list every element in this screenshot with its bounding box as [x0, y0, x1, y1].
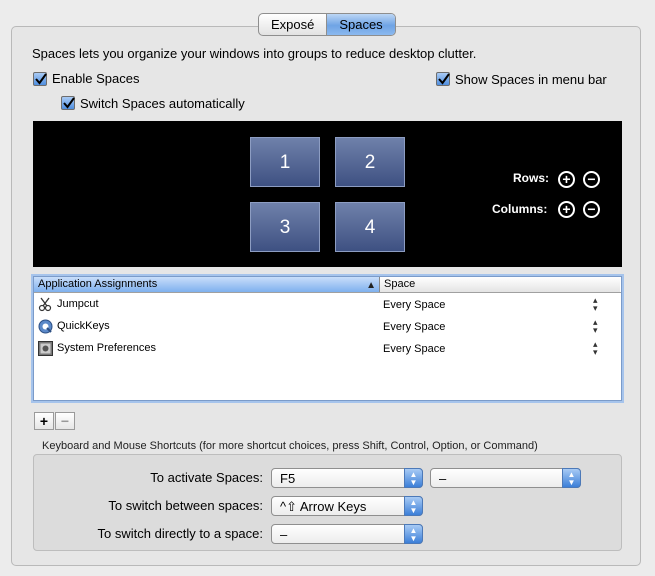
activate-spaces-label: To activate Spaces:: [150, 470, 263, 485]
show-menu-bar-label: Show Spaces in menu bar: [455, 72, 607, 87]
space-tile-4[interactable]: 4: [335, 202, 405, 252]
tab-bar: Exposé Spaces: [258, 13, 396, 36]
popup-arrows-icon: ▲ ▼: [562, 468, 581, 488]
app-name: QuickKeys: [57, 320, 110, 332]
app-name: Jumpcut: [57, 298, 99, 310]
space-tile-1[interactable]: 1: [250, 137, 320, 187]
space-value[interactable]: Every Space: [383, 343, 445, 355]
stepper-icon[interactable]: ▴ ▾: [593, 296, 598, 313]
rows-label: Rows:: [513, 171, 549, 185]
tab-expose[interactable]: Exposé: [259, 14, 327, 35]
add-row-button[interactable]: +: [558, 171, 575, 188]
stepper-icon[interactable]: ▴ ▾: [593, 340, 598, 357]
table-header: Application Assignments ▲ Space: [34, 277, 621, 293]
sort-ascending-icon: ▲: [366, 280, 376, 291]
switch-between-popup[interactable]: ^⇧ Arrow Keys ▲ ▼: [271, 496, 423, 516]
activate-spaces-value: F5: [280, 471, 296, 486]
table-row[interactable]: QuickKeys Every Space ▴ ▾: [34, 316, 621, 338]
switch-auto-label: Switch Spaces automatically: [80, 96, 245, 111]
table-row[interactable]: System Preferences Every Space ▴ ▾: [34, 338, 621, 360]
space-tile-3[interactable]: 3: [250, 202, 320, 252]
column-header-application-label: Application Assignments: [38, 278, 158, 290]
tab-spaces[interactable]: Spaces: [327, 14, 395, 35]
enable-spaces-label: Enable Spaces: [52, 71, 140, 86]
scissors-icon: [38, 297, 52, 312]
description-text: Spaces lets you organize your windows in…: [32, 46, 477, 61]
switch-between-value: ^⇧ Arrow Keys: [280, 499, 367, 514]
quickkeys-icon: [38, 319, 53, 334]
switch-between-label: To switch between spaces:: [108, 498, 263, 513]
app-name: System Preferences: [57, 342, 157, 354]
column-header-application[interactable]: Application Assignments ▲: [34, 277, 380, 292]
activate-spaces-mouse-value: –: [439, 471, 447, 486]
remove-row-button[interactable]: −: [583, 171, 600, 188]
checkmark-icon: [438, 73, 450, 85]
add-assignment-button[interactable]: +: [34, 412, 54, 430]
activate-spaces-mouse-popup[interactable]: – ▲ ▼: [430, 468, 581, 488]
columns-label: Columns:: [492, 202, 548, 216]
popup-arrows-icon: ▲ ▼: [404, 468, 423, 488]
switch-direct-popup[interactable]: – ▲ ▼: [271, 524, 423, 544]
switch-direct-value: –: [280, 527, 288, 542]
show-menu-bar-checkbox[interactable]: [436, 72, 450, 86]
space-value[interactable]: Every Space: [383, 321, 445, 333]
space-value[interactable]: Every Space: [383, 299, 445, 311]
shortcuts-title: Keyboard and Mouse Shortcuts (for more s…: [42, 440, 538, 452]
add-column-button[interactable]: +: [558, 201, 575, 218]
spaces-grid: 1 2 3 4 Rows: + − Columns: + −: [33, 121, 622, 267]
application-assignments-table: Application Assignments ▲ Space Jumpcut …: [33, 276, 622, 401]
switch-auto-checkbox[interactable]: [61, 96, 75, 110]
activate-spaces-popup[interactable]: F5 ▲ ▼: [271, 468, 423, 488]
remove-assignment-button[interactable]: −: [55, 412, 75, 430]
enable-spaces-checkbox[interactable]: [33, 72, 47, 86]
column-header-space[interactable]: Space: [380, 277, 620, 292]
switch-direct-label: To switch directly to a space:: [97, 526, 263, 541]
space-tile-2[interactable]: 2: [335, 137, 405, 187]
popup-arrows-icon: ▲ ▼: [404, 496, 423, 516]
popup-arrows-icon: ▲ ▼: [404, 524, 423, 544]
checkmark-icon: [63, 97, 75, 109]
checkmark-icon: [35, 73, 47, 85]
remove-column-button[interactable]: −: [583, 201, 600, 218]
table-row[interactable]: Jumpcut Every Space ▴ ▾: [34, 294, 621, 316]
system-preferences-icon: [38, 341, 53, 356]
stepper-icon[interactable]: ▴ ▾: [593, 318, 598, 335]
